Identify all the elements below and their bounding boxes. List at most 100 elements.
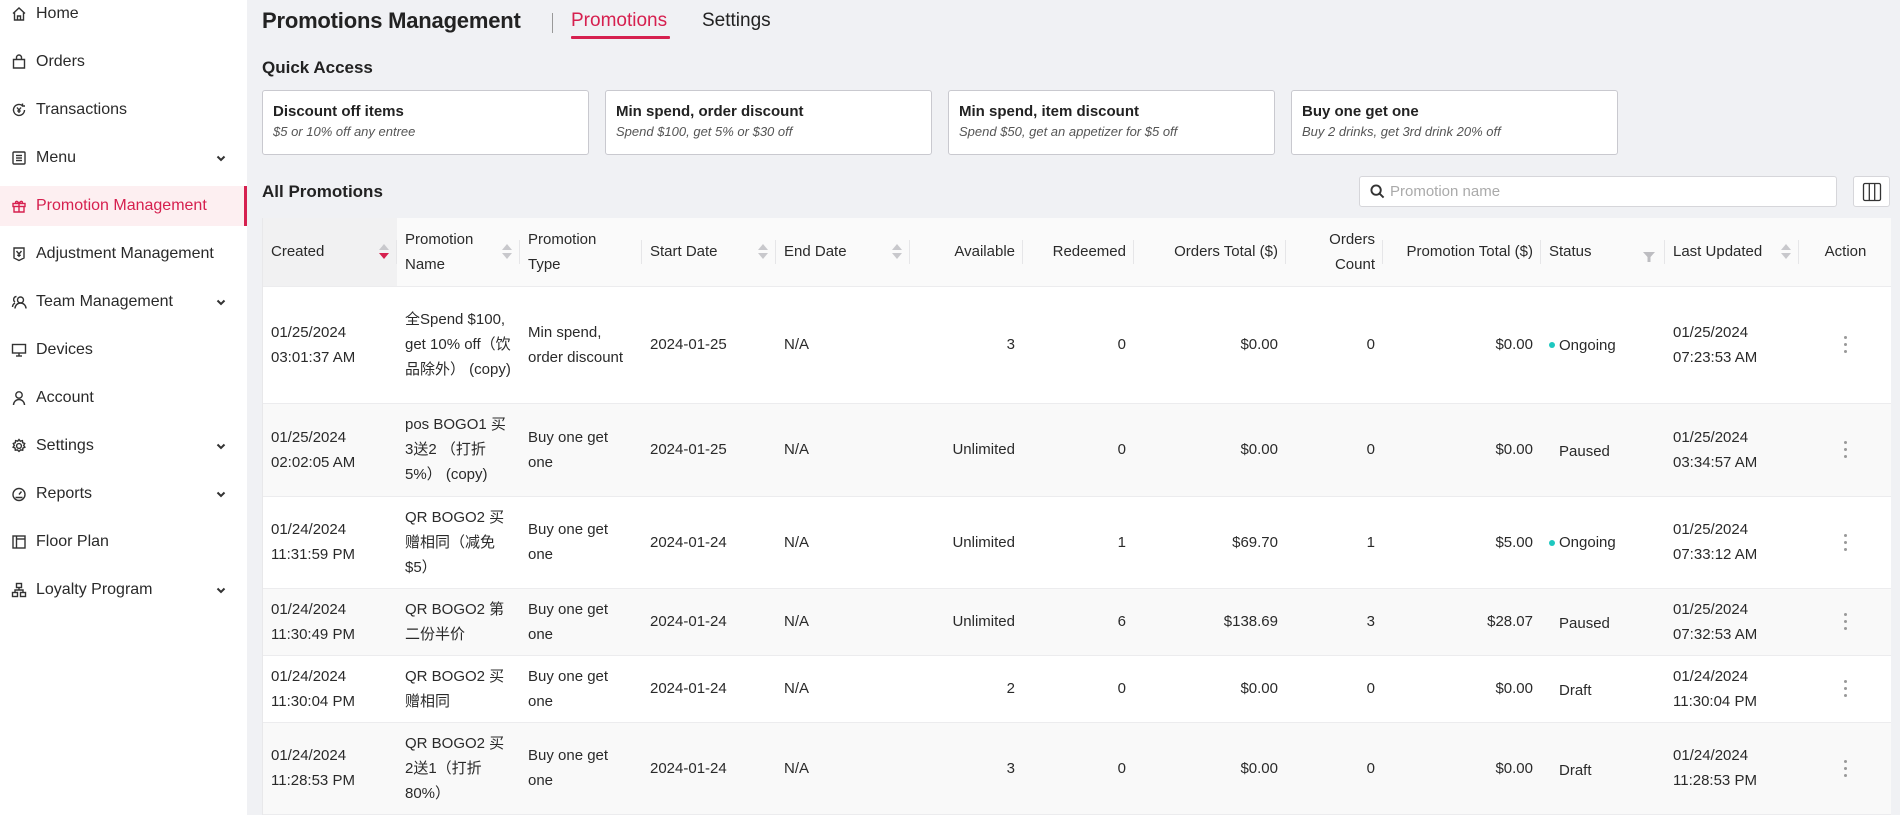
updated-date: 01/25/2024: [1673, 323, 1749, 341]
tab-settings[interactable]: Settings: [702, 10, 771, 32]
promotion-type: Buy one get one: [528, 747, 609, 789]
table-row: 01/25/2024 03:01:37 AM 全Spend $100, get 10…: [263, 286, 1891, 404]
status-dot-icon: [1549, 342, 1555, 349]
quick-access-card-buy-one-get-one[interactable]: Buy one get one Buy 2 drinks, get 3rd dr…: [1291, 90, 1618, 155]
more-actions-icon[interactable]: [1807, 759, 1884, 777]
table-row: 01/24/2024 11:30:49 PM QR BOGO2 第二份半价 Buy o…: [263, 588, 1891, 656]
cell-orders-total: $0.00: [1134, 722, 1286, 815]
promotions-table: Created Promotion Name Promotion Type St…: [262, 218, 1891, 815]
sidebar-item-menu[interactable]: Menu: [0, 138, 247, 178]
cell-promotion-name: QR BOGO2 买赠相同（减免$5）: [397, 496, 520, 589]
card-title: Discount off items: [273, 103, 404, 120]
updated-time: 07:32:53 AM: [1673, 625, 1758, 643]
column-header-end-date[interactable]: End Date: [776, 218, 910, 287]
sort-icon[interactable]: [379, 244, 389, 262]
sidebar-item-label: Loyalty Program: [36, 581, 153, 598]
sort-icon[interactable]: [502, 244, 512, 262]
chevron-down-icon[interactable]: [215, 583, 227, 595]
search-input[interactable]: [1390, 183, 1810, 200]
column-header-status[interactable]: Status: [1541, 218, 1665, 287]
cell-start-date: 2024-01-24: [642, 588, 776, 656]
column-label: Redeemed: [1052, 243, 1126, 261]
created-time: 11:30:49 PM: [271, 625, 355, 643]
sort-icon[interactable]: [1781, 244, 1791, 262]
updated-date: 01/25/2024: [1673, 521, 1749, 538]
sidebar-item-settings[interactable]: Settings: [0, 426, 247, 466]
column-label: Orders Total ($): [1174, 243, 1278, 261]
quick-access-card-discount-off-items[interactable]: Discount off items $5 or 10% off any ent…: [262, 90, 589, 155]
more-actions-icon[interactable]: [1807, 613, 1884, 630]
cell-status: Paused: [1541, 588, 1665, 656]
cell-orders-count: 0: [1286, 655, 1383, 723]
quick-access-card-min-spend-item-discount[interactable]: Min spend, item discount Spend $50, get …: [948, 90, 1275, 155]
status-label: Ongoing: [1559, 534, 1616, 552]
column-header-last-updated[interactable]: Last Updated: [1665, 218, 1799, 287]
sidebar-item-transactions[interactable]: Transactions: [0, 90, 247, 130]
status-badge: Paused: [1549, 611, 1610, 636]
filter-icon[interactable]: [1643, 246, 1655, 262]
cell-action: [1799, 722, 1891, 815]
created-date: 01/24/2024: [271, 667, 347, 685]
sidebar-item-account[interactable]: Account: [0, 378, 247, 418]
user-icon: [11, 390, 27, 406]
chevron-down-icon[interactable]: [215, 295, 227, 307]
sidebar-item-reports[interactable]: Reports: [0, 474, 247, 514]
chevron-down-icon[interactable]: [215, 439, 227, 451]
promotion-type: Min spend, order discount: [528, 323, 624, 366]
column-header-redeemed: Redeemed: [1023, 218, 1134, 287]
cell-last-updated: 01/24/2024 11:30:04 PM: [1665, 655, 1799, 723]
column-label: Available: [954, 243, 1015, 261]
cell-orders-total: $0.00: [1134, 286, 1286, 404]
cell-orders-count: 0: [1286, 286, 1383, 404]
sidebar-item-team-management[interactable]: Team Management: [0, 282, 247, 322]
column-header-created[interactable]: Created: [263, 218, 397, 287]
created-time: 11:31:59 PM: [271, 546, 355, 563]
column-label: End Date: [784, 243, 847, 261]
active-tab-indicator: [571, 36, 670, 39]
cell-redeemed: 1: [1023, 496, 1134, 589]
page-title: Promotions Management: [262, 8, 521, 33]
team-icon: [11, 294, 27, 310]
sidebar-item-floor-plan[interactable]: Floor Plan: [0, 522, 247, 562]
sidebar-item-home[interactable]: Home: [0, 0, 247, 34]
cell-promotion-total: $0.00: [1383, 722, 1541, 815]
quick-access-card-min-spend-order-discount[interactable]: Min spend, order discount Spend $100, ge…: [605, 90, 932, 155]
table-row: 01/25/2024 02:02:05 AM pos BOGO1 买3送2 （打折5…: [263, 403, 1891, 497]
column-header-action: Action: [1799, 218, 1891, 287]
table-header-row: Created Promotion Name Promotion Type St…: [263, 218, 1891, 287]
sidebar-item-loyalty-program[interactable]: Loyalty Program: [0, 570, 247, 610]
status-badge: Draft: [1549, 678, 1592, 703]
sidebar-item-promotion-management[interactable]: Promotion Management: [0, 186, 247, 226]
chevron-down-icon[interactable]: [215, 151, 227, 163]
table-row: 01/24/2024 11:28:53 PM QR BOGO2 买2送1（打折80%…: [263, 722, 1891, 815]
cell-available: Unlimited: [910, 403, 1023, 497]
promotion-name: QR BOGO2 买2送1（打折80%）: [405, 734, 505, 802]
adjustment-icon: [11, 246, 27, 262]
column-header-promotion-name[interactable]: Promotion Name: [397, 218, 520, 287]
updated-date: 01/24/2024: [1673, 747, 1749, 764]
promotion-name: QR BOGO2 买赠相同（减免$5）: [405, 508, 505, 576]
cell-orders-count: 0: [1286, 722, 1383, 815]
more-actions-icon[interactable]: [1807, 533, 1884, 551]
sidebar-item-adjustment-management[interactable]: Adjustment Management: [0, 234, 247, 274]
sort-icon[interactable]: [758, 244, 768, 262]
chevron-down-icon[interactable]: [215, 487, 227, 499]
status-dot-icon: [1549, 539, 1555, 546]
sidebar-item-label: Transactions: [36, 101, 127, 118]
more-actions-icon[interactable]: [1807, 680, 1884, 697]
created-time: 02:02:05 AM: [271, 453, 356, 471]
column-header-start-date[interactable]: Start Date: [642, 218, 776, 287]
more-actions-icon[interactable]: [1807, 441, 1884, 458]
cell-end-date: N/A: [776, 722, 910, 815]
sidebar-item-orders[interactable]: Orders: [0, 42, 247, 82]
updated-time: 11:30:04 PM: [1673, 692, 1757, 710]
cell-orders-total: $69.70: [1134, 496, 1286, 589]
column-label: Created: [271, 243, 325, 261]
column-settings-button[interactable]: [1853, 176, 1890, 207]
tab-promotions[interactable]: Promotions: [571, 10, 667, 32]
sort-icon[interactable]: [892, 244, 902, 262]
sidebar-item-label: Floor Plan: [36, 533, 109, 550]
more-actions-icon[interactable]: [1807, 336, 1884, 353]
sidebar-item-devices[interactable]: Devices: [0, 330, 247, 370]
table-row: 01/24/2024 11:31:59 PM QR BOGO2 买赠相同（减免$5）…: [263, 496, 1891, 589]
